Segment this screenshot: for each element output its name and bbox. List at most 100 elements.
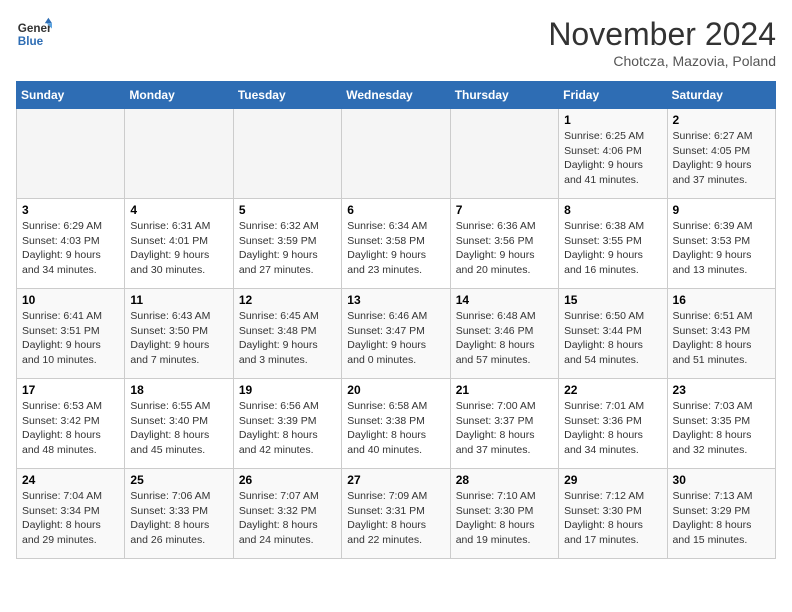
day-number: 26: [239, 473, 336, 487]
day-number: 1: [564, 113, 661, 127]
day-info: Sunrise: 6:32 AM Sunset: 3:59 PM Dayligh…: [239, 219, 336, 278]
day-number: 19: [239, 383, 336, 397]
day-number: 2: [673, 113, 770, 127]
day-number: 8: [564, 203, 661, 217]
calendar-cell: 8 Sunrise: 6:38 AM Sunset: 3:55 PM Daylig…: [559, 199, 667, 289]
day-info: Sunrise: 6:41 AM Sunset: 3:51 PM Dayligh…: [22, 309, 119, 368]
calendar-cell: 25 Sunrise: 7:06 AM Sunset: 3:33 PM Dayli…: [125, 469, 233, 559]
month-title: November 2024: [548, 16, 776, 53]
calendar-cell: 5 Sunrise: 6:32 AM Sunset: 3:59 PM Daylig…: [233, 199, 341, 289]
calendar-cell: 10 Sunrise: 6:41 AM Sunset: 3:51 PM Dayli…: [17, 289, 125, 379]
day-number: 27: [347, 473, 444, 487]
calendar-cell: 13 Sunrise: 6:46 AM Sunset: 3:47 PM Dayli…: [342, 289, 450, 379]
calendar-cell: 3 Sunrise: 6:29 AM Sunset: 4:03 PM Daylig…: [17, 199, 125, 289]
day-number: 18: [130, 383, 227, 397]
day-number: 10: [22, 293, 119, 307]
day-number: 9: [673, 203, 770, 217]
day-number: 21: [456, 383, 553, 397]
calendar-cell: 9 Sunrise: 6:39 AM Sunset: 3:53 PM Daylig…: [667, 199, 775, 289]
calendar-cell: 29 Sunrise: 7:12 AM Sunset: 3:30 PM Dayli…: [559, 469, 667, 559]
calendar-cell: 18 Sunrise: 6:55 AM Sunset: 3:40 PM Dayli…: [125, 379, 233, 469]
day-number: 16: [673, 293, 770, 307]
day-info: Sunrise: 6:45 AM Sunset: 3:48 PM Dayligh…: [239, 309, 336, 368]
calendar-cell: 28 Sunrise: 7:10 AM Sunset: 3:30 PM Dayli…: [450, 469, 558, 559]
calendar-cell: 15Sunrise: 6:50 AM Sunset: 3:44 PM Dayli…: [559, 289, 667, 379]
calendar-cell: 24Sunrise: 7:04 AM Sunset: 3:34 PM Dayli…: [17, 469, 125, 559]
calendar-cell: [450, 109, 558, 199]
day-number: 3: [22, 203, 119, 217]
day-info: Sunrise: 7:12 AM Sunset: 3:30 PM Dayligh…: [564, 489, 661, 548]
calendar-cell: 23 Sunrise: 7:03 AM Sunset: 3:35 PM Dayli…: [667, 379, 775, 469]
calendar-cell: [342, 109, 450, 199]
day-info: Sunrise: 7:10 AM Sunset: 3:30 PM Dayligh…: [456, 489, 553, 548]
calendar-cell: 16Sunrise: 6:51 AM Sunset: 3:43 PM Dayli…: [667, 289, 775, 379]
day-number: 12: [239, 293, 336, 307]
day-info: Sunrise: 6:27 AM Sunset: 4:05 PM Dayligh…: [673, 129, 770, 188]
day-info: Sunrise: 6:25 AM Sunset: 4:06 PM Dayligh…: [564, 129, 661, 188]
day-info: Sunrise: 7:00 AM Sunset: 3:37 PM Dayligh…: [456, 399, 553, 458]
week-row-2: 3 Sunrise: 6:29 AM Sunset: 4:03 PM Daylig…: [17, 199, 776, 289]
svg-text:Blue: Blue: [18, 35, 44, 48]
day-number: 7: [456, 203, 553, 217]
calendar-cell: 17Sunrise: 6:53 AM Sunset: 3:42 PM Dayli…: [17, 379, 125, 469]
day-info: Sunrise: 7:13 AM Sunset: 3:29 PM Dayligh…: [673, 489, 770, 548]
day-number: 5: [239, 203, 336, 217]
day-info: Sunrise: 6:53 AM Sunset: 3:42 PM Dayligh…: [22, 399, 119, 458]
day-info: Sunrise: 6:29 AM Sunset: 4:03 PM Dayligh…: [22, 219, 119, 278]
day-info: Sunrise: 6:34 AM Sunset: 3:58 PM Dayligh…: [347, 219, 444, 278]
week-row-5: 24Sunrise: 7:04 AM Sunset: 3:34 PM Dayli…: [17, 469, 776, 559]
day-number: 14: [456, 293, 553, 307]
weekday-header-row: SundayMondayTuesdayWednesdayThursdayFrid…: [17, 82, 776, 109]
calendar-cell: 1 Sunrise: 6:25 AM Sunset: 4:06 PM Daylig…: [559, 109, 667, 199]
day-info: Sunrise: 6:48 AM Sunset: 3:46 PM Dayligh…: [456, 309, 553, 368]
day-info: Sunrise: 6:36 AM Sunset: 3:56 PM Dayligh…: [456, 219, 553, 278]
calendar-cell: 11Sunrise: 6:43 AM Sunset: 3:50 PM Dayli…: [125, 289, 233, 379]
calendar-cell: 12 Sunrise: 6:45 AM Sunset: 3:48 PM Dayli…: [233, 289, 341, 379]
day-number: 28: [456, 473, 553, 487]
day-number: 22: [564, 383, 661, 397]
calendar-table: SundayMondayTuesdayWednesdayThursdayFrid…: [16, 81, 776, 559]
day-info: Sunrise: 6:38 AM Sunset: 3:55 PM Dayligh…: [564, 219, 661, 278]
location-subtitle: Chotcza, Mazovia, Poland: [548, 53, 776, 69]
day-number: 4: [130, 203, 227, 217]
calendar-cell: 19 Sunrise: 6:56 AM Sunset: 3:39 PM Dayli…: [233, 379, 341, 469]
calendar-cell: 30Sunrise: 7:13 AM Sunset: 3:29 PM Dayli…: [667, 469, 775, 559]
calendar-cell: 4 Sunrise: 6:31 AM Sunset: 4:01 PM Daylig…: [125, 199, 233, 289]
week-row-4: 17Sunrise: 6:53 AM Sunset: 3:42 PM Dayli…: [17, 379, 776, 469]
weekday-header-wednesday: Wednesday: [342, 82, 450, 109]
day-number: 23: [673, 383, 770, 397]
weekday-header-tuesday: Tuesday: [233, 82, 341, 109]
day-info: Sunrise: 6:50 AM Sunset: 3:44 PM Dayligh…: [564, 309, 661, 368]
calendar-cell: 20Sunrise: 6:58 AM Sunset: 3:38 PM Dayli…: [342, 379, 450, 469]
day-info: Sunrise: 6:39 AM Sunset: 3:53 PM Dayligh…: [673, 219, 770, 278]
logo: General Blue: [16, 16, 52, 52]
calendar-cell: [17, 109, 125, 199]
weekday-header-monday: Monday: [125, 82, 233, 109]
day-info: Sunrise: 6:46 AM Sunset: 3:47 PM Dayligh…: [347, 309, 444, 368]
calendar-cell: 2 Sunrise: 6:27 AM Sunset: 4:05 PM Daylig…: [667, 109, 775, 199]
day-info: Sunrise: 6:55 AM Sunset: 3:40 PM Dayligh…: [130, 399, 227, 458]
calendar-cell: 27Sunrise: 7:09 AM Sunset: 3:31 PM Dayli…: [342, 469, 450, 559]
weekday-header-friday: Friday: [559, 82, 667, 109]
calendar-cell: 22 Sunrise: 7:01 AM Sunset: 3:36 PM Dayli…: [559, 379, 667, 469]
day-info: Sunrise: 7:06 AM Sunset: 3:33 PM Dayligh…: [130, 489, 227, 548]
day-info: Sunrise: 7:01 AM Sunset: 3:36 PM Dayligh…: [564, 399, 661, 458]
day-info: Sunrise: 7:03 AM Sunset: 3:35 PM Dayligh…: [673, 399, 770, 458]
day-number: 29: [564, 473, 661, 487]
day-info: Sunrise: 6:31 AM Sunset: 4:01 PM Dayligh…: [130, 219, 227, 278]
day-info: Sunrise: 6:56 AM Sunset: 3:39 PM Dayligh…: [239, 399, 336, 458]
day-number: 25: [130, 473, 227, 487]
day-info: Sunrise: 7:07 AM Sunset: 3:32 PM Dayligh…: [239, 489, 336, 548]
day-number: 11: [130, 293, 227, 307]
week-row-3: 10 Sunrise: 6:41 AM Sunset: 3:51 PM Dayli…: [17, 289, 776, 379]
logo-icon: General Blue: [16, 16, 52, 52]
week-row-1: 1 Sunrise: 6:25 AM Sunset: 4:06 PM Daylig…: [17, 109, 776, 199]
day-number: 13: [347, 293, 444, 307]
calendar-cell: 6Sunrise: 6:34 AM Sunset: 3:58 PM Daylig…: [342, 199, 450, 289]
header: General Blue November 2024 Chotcza, Mazo…: [16, 16, 776, 69]
svg-text:General: General: [18, 22, 52, 35]
calendar-cell: 7 Sunrise: 6:36 AM Sunset: 3:56 PM Daylig…: [450, 199, 558, 289]
weekday-header-sunday: Sunday: [17, 82, 125, 109]
calendar-cell: 26 Sunrise: 7:07 AM Sunset: 3:32 PM Dayli…: [233, 469, 341, 559]
calendar-cell: 21 Sunrise: 7:00 AM Sunset: 3:37 PM Dayli…: [450, 379, 558, 469]
